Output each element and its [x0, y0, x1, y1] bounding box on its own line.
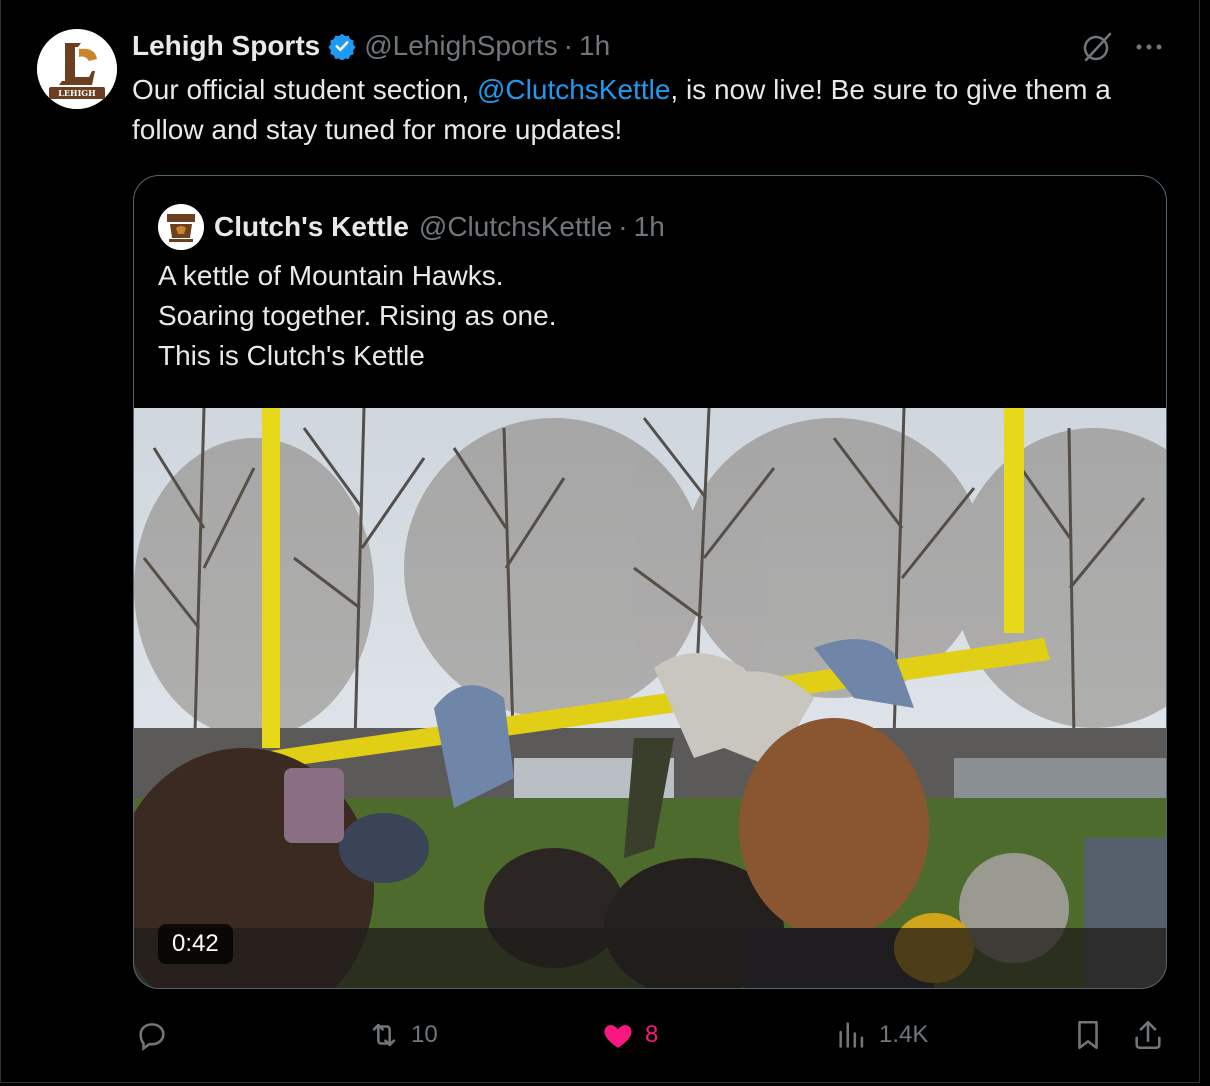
- views-button[interactable]: 1.4K: [835, 1010, 928, 1060]
- tweet-text-before: Our official student section,: [132, 74, 477, 105]
- more-icon[interactable]: [1132, 35, 1166, 59]
- clutchs-kettle-avatar[interactable]: [158, 204, 204, 250]
- tweet-card[interactable]: LEHIGH Lehigh Sports @LehighSports · 1h …: [0, 0, 1200, 1083]
- quoted-tweet[interactable]: Clutch's Kettle @ClutchsKettle · 1h A ke…: [133, 175, 1167, 989]
- separator-dot: ·: [563, 30, 573, 61]
- video-thumbnail[interactable]: [134, 408, 1166, 988]
- tweet-header: Lehigh Sports @LehighSports · 1h: [132, 28, 610, 64]
- kettle-logo-icon: [158, 204, 204, 250]
- quote-line: This is Clutch's Kettle: [158, 340, 425, 371]
- like-icon: [604, 1025, 632, 1048]
- tweet-time[interactable]: 1h: [579, 30, 610, 62]
- retweet-count: 10: [411, 1021, 438, 1048]
- mention-link[interactable]: @ClutchsKettle: [477, 74, 670, 105]
- reply-icon: [139, 1023, 165, 1052]
- like-count: 8: [645, 1021, 659, 1048]
- like-button[interactable]: 8: [601, 1010, 658, 1060]
- action-bar: 10 8 1.4K: [1, 1010, 1199, 1060]
- quote-separator-dot: ·: [618, 211, 628, 242]
- retweet-button[interactable]: 10: [367, 1010, 438, 1060]
- share-icon: [1135, 1020, 1161, 1050]
- author-handle[interactable]: @LehighSports: [364, 30, 557, 62]
- quote-text: A kettle of Mountain Hawks. Soaring toge…: [158, 256, 556, 376]
- avatar-caption: LEHIGH: [58, 88, 96, 98]
- verified-badge-icon: [328, 33, 356, 60]
- quote-author-name[interactable]: Clutch's Kettle: [214, 211, 409, 243]
- view-count: 1.4K: [879, 1021, 929, 1048]
- quote-line: Soaring together. Rising as one.: [158, 300, 557, 331]
- grok-icon[interactable]: [1080, 30, 1114, 64]
- quote-header: Clutch's Kettle @ClutchsKettle · 1h: [158, 204, 665, 250]
- video-duration-badge: 0:42: [158, 924, 233, 964]
- tweet-text: Our official student section, @ClutchsKe…: [132, 70, 1152, 150]
- quote-time[interactable]: 1h: [634, 211, 665, 243]
- reply-button[interactable]: [135, 1010, 179, 1060]
- bookmark-button[interactable]: [1071, 1010, 1115, 1060]
- retweet-icon: [372, 1023, 396, 1047]
- views-icon: [839, 1022, 864, 1048]
- quote-line: A kettle of Mountain Hawks.: [158, 260, 504, 291]
- author-name[interactable]: Lehigh Sports: [132, 30, 320, 62]
- quote-author-handle[interactable]: @ClutchsKettle: [419, 211, 612, 243]
- share-button[interactable]: [1131, 1010, 1175, 1060]
- lehigh-avatar[interactable]: LEHIGH: [37, 29, 117, 109]
- bookmark-icon: [1078, 1020, 1098, 1050]
